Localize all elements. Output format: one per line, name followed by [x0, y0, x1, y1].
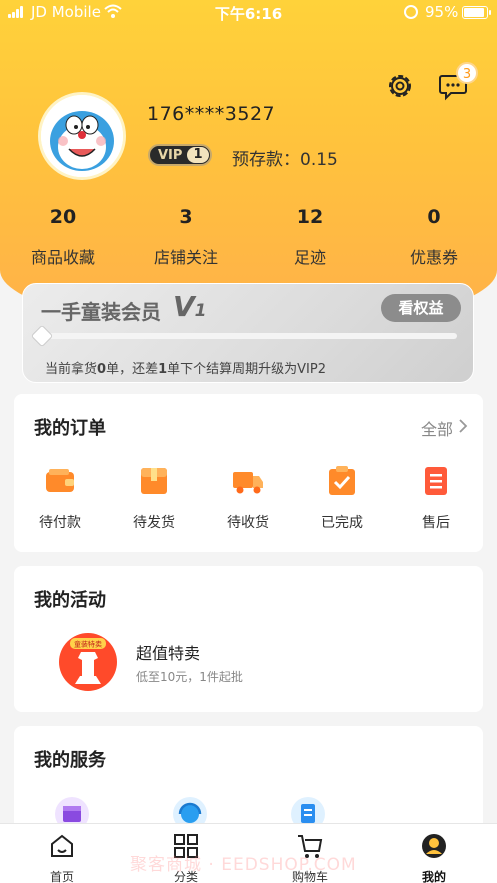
package-icon [141, 468, 167, 494]
activities-card: 我的活动 童装特卖 超值特卖 低至10元，1件起批 [14, 566, 483, 712]
clipboard-check-icon [329, 466, 355, 495]
home-icon [51, 834, 73, 857]
membership-level: V1 [173, 290, 207, 323]
membership-title: 一手童装会员 [41, 300, 161, 324]
membership-progress-text: 当前拿货0单，还差1单下个结算周期升级为VIP2 [45, 358, 326, 377]
order-label: 已完成 [321, 515, 363, 531]
user-phone: 176****3527 [147, 103, 276, 125]
order-label: 待收货 [227, 515, 269, 531]
stat-followed-stores[interactable]: 3 店铺关注 [131, 206, 241, 268]
membership-progress-bar [41, 333, 457, 339]
flash-sale-dress-icon[interactable]: 童装特卖 [58, 632, 118, 692]
stat-value: 3 [179, 206, 193, 228]
desc-part: 单，还差 [106, 362, 159, 377]
stat-value: 12 [296, 206, 324, 228]
desc-part: 单下个结算周期升级为VIP2 [167, 362, 326, 377]
stat-label: 商品收藏 [30, 248, 95, 267]
stat-label: 优惠券 [409, 248, 458, 267]
stat-label: 店铺关注 [153, 248, 218, 267]
services-title: 我的服务 [34, 750, 106, 771]
view-benefits-button[interactable]: 看权益 [381, 294, 461, 322]
battery-percent: 95% [425, 3, 459, 21]
doraemon-avatar-icon [41, 95, 123, 177]
order-pending-payment[interactable]: 待付款 [20, 464, 100, 532]
order-pending-receipt[interactable]: 待收货 [208, 464, 288, 532]
avatar[interactable] [38, 92, 126, 180]
message-count-badge: 3 [456, 62, 478, 84]
membership-level-prefix: V [173, 290, 195, 323]
vip-level-badge: VIP 1 [148, 144, 212, 166]
desc-current-orders: 0 [97, 362, 107, 377]
profile-icon [422, 834, 446, 858]
desc-part: 当前拿货 [45, 362, 98, 377]
flash-sale-badge-text: 童装特卖 [74, 640, 102, 649]
orders-card: 我的订单 全部 待付款 待发货 待收货 已完成 售后 [14, 394, 483, 552]
membership-level-number: 1 [194, 301, 207, 321]
orientation-lock-icon [404, 5, 418, 19]
wallet-icon [46, 469, 74, 492]
list-document-icon [425, 467, 447, 495]
stat-favorites[interactable]: 20 商品收藏 [8, 206, 118, 268]
chevron-right-icon[interactable] [457, 417, 469, 435]
deposit-label: 预存款： [232, 150, 300, 170]
stat-value: 0 [427, 206, 441, 228]
tab-label: 首页 [49, 870, 74, 883]
order-after-sales[interactable]: 售后 [396, 464, 476, 532]
tab-home[interactable]: 首页 [22, 832, 102, 883]
stat-footprints[interactable]: 12 足迹 [255, 206, 365, 268]
stat-label: 足迹 [293, 248, 326, 267]
vip-badge-text: VIP [158, 148, 183, 163]
watermark-text: 聚客商城 · EEDSHOP.COM [130, 855, 357, 875]
order-label: 待付款 [39, 515, 81, 531]
vip-badge-level: 1 [187, 147, 209, 163]
deposit-value: 0.15 [300, 150, 338, 170]
stat-value: 20 [49, 206, 77, 228]
activities-title: 我的活动 [34, 590, 106, 611]
membership-card[interactable]: 一手童装会员 V1 看权益 当前拿货0单，还差1单下个结算周期升级为VIP2 [22, 283, 474, 383]
order-label: 待发货 [133, 515, 175, 531]
deposit-balance[interactable]: 预存款：0.15 [232, 145, 338, 170]
activity-item-title[interactable]: 超值特卖 [136, 640, 200, 664]
order-completed[interactable]: 已完成 [302, 464, 382, 532]
tab-label: 我的 [421, 870, 446, 883]
battery-icon [462, 6, 491, 19]
stat-coupons[interactable]: 0 优惠券 [379, 206, 489, 268]
clock: 下午6:16 [214, 5, 283, 23]
gear-icon[interactable] [385, 71, 415, 101]
activity-item-subtitle: 低至10元，1件起批 [136, 670, 243, 684]
order-label: 售后 [422, 515, 450, 531]
truck-icon [233, 472, 263, 494]
progress-marker-icon [30, 324, 54, 348]
desc-remaining-orders: 1 [158, 362, 168, 377]
view-all-orders-link[interactable]: 全部 [421, 416, 453, 440]
order-pending-shipment[interactable]: 待发货 [114, 464, 194, 532]
tab-profile[interactable]: 我的 [394, 832, 474, 883]
status-bar: JD Mobile 下午6:16 95% [0, 0, 497, 26]
orders-title: 我的订单 [34, 418, 106, 439]
